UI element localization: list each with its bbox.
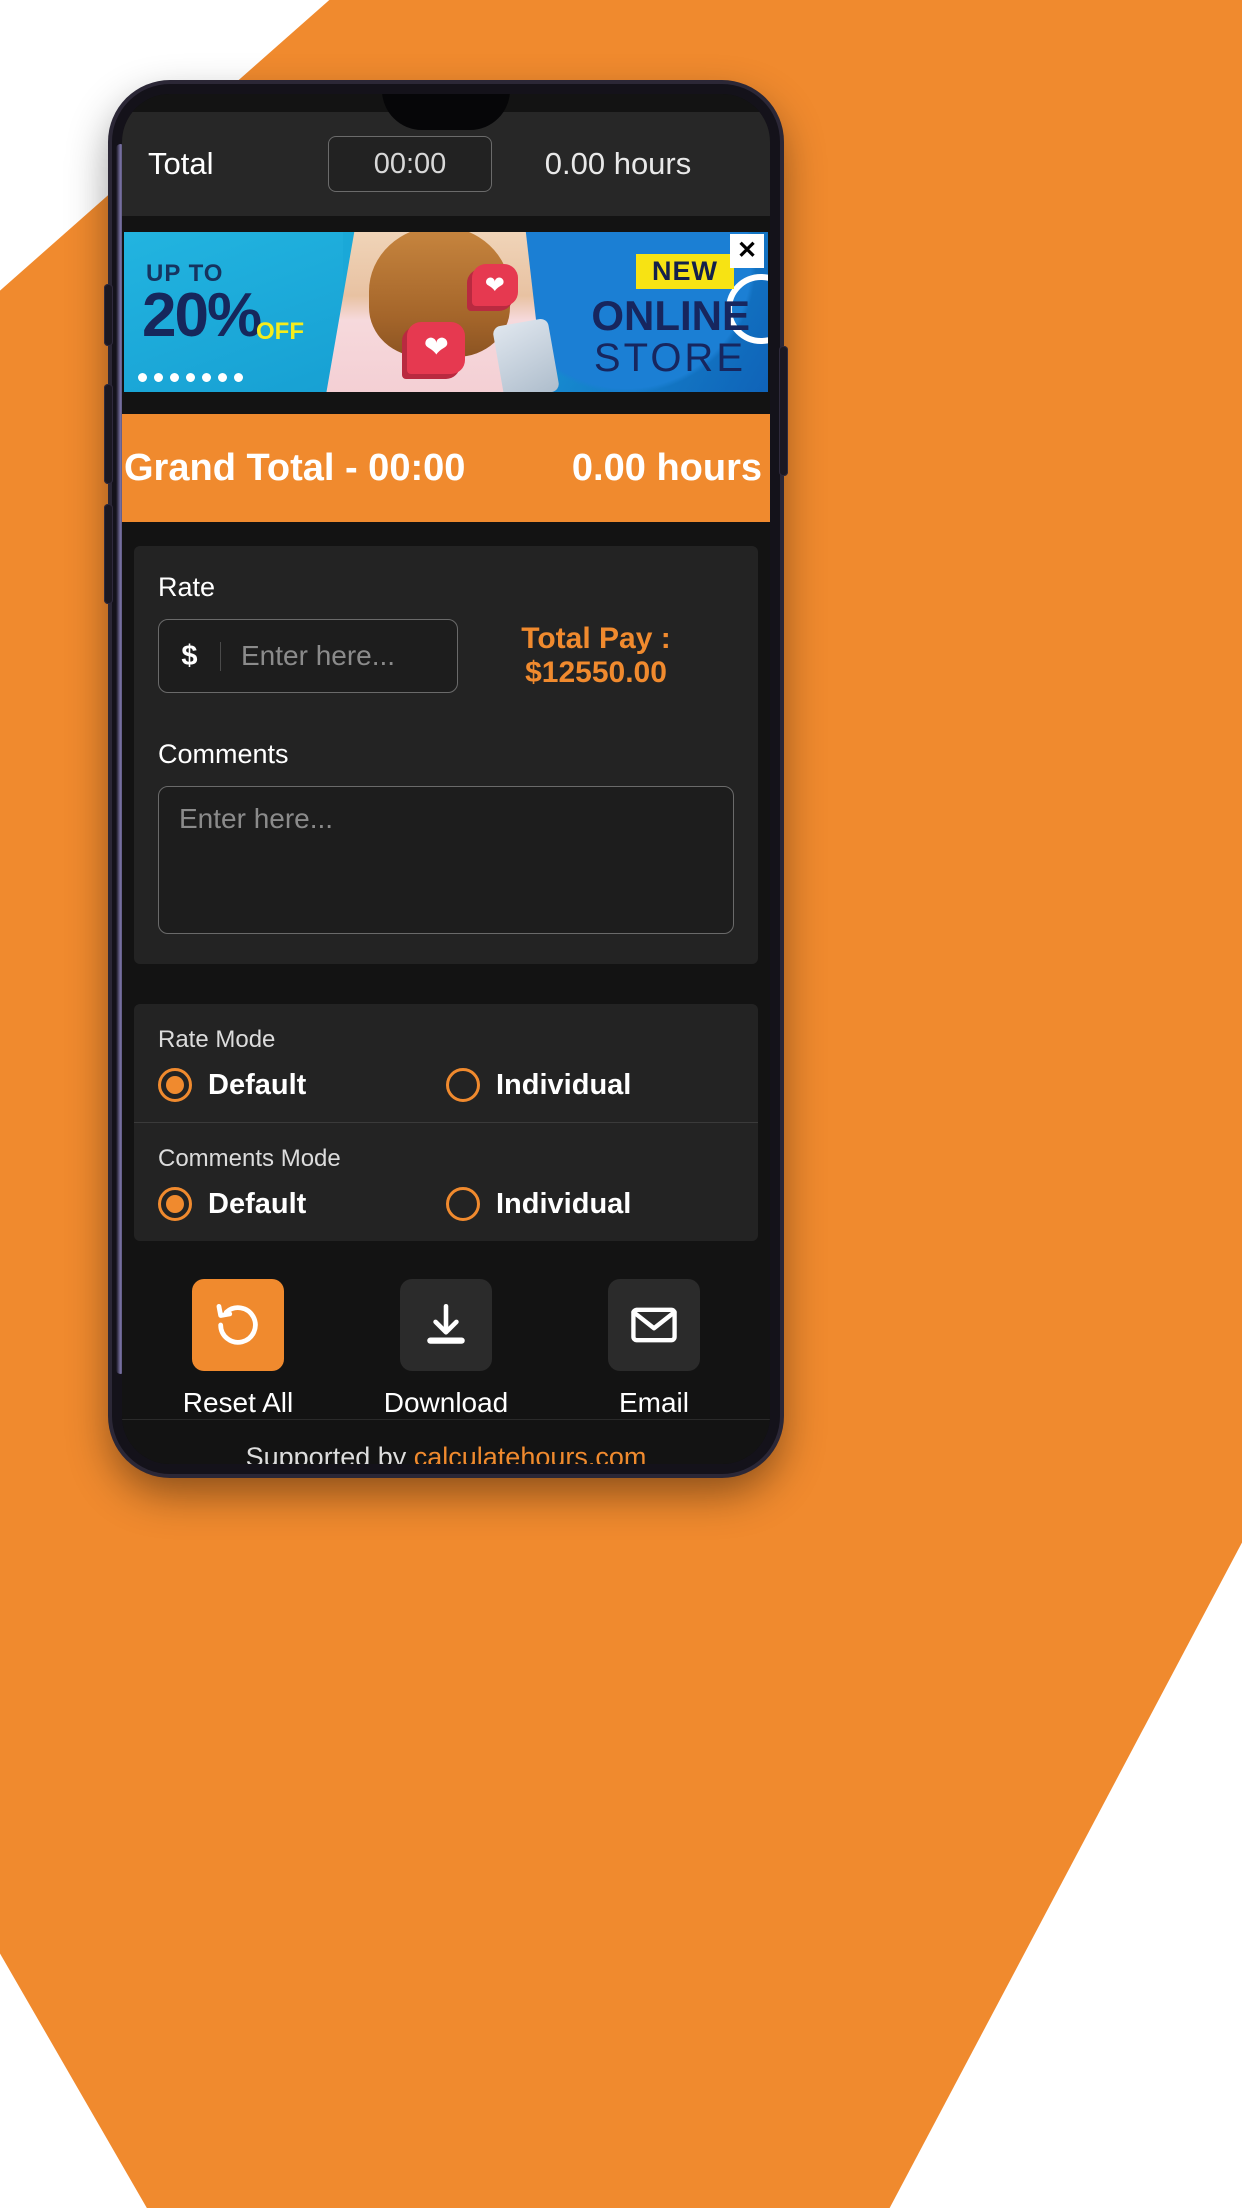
rate-comments-card: Rate $ Enter here... Total Pay : $12550.… xyxy=(134,546,758,964)
comments-label: Comments xyxy=(158,739,289,769)
footer: Supported by calculatehours.com xyxy=(122,1419,770,1464)
rate-mode-individual-label: Individual xyxy=(496,1068,632,1101)
comments-mode-individual-label: Individual xyxy=(496,1187,632,1220)
ad-new-badge: NEW xyxy=(636,254,734,289)
decor-wedge-top-right xyxy=(1204,0,1242,68)
close-icon[interactable]: ✕ xyxy=(730,234,764,268)
ad-store-text: STORE xyxy=(593,336,746,380)
rate-mode-options: Default Individual xyxy=(158,1068,734,1102)
phone-device: Total 00:00 0.00 hours UP TO 20% OFF ❤ ❤… xyxy=(104,84,788,1474)
grand-total-hours: 0.00 hours xyxy=(571,446,762,489)
reset-all-label: Reset All xyxy=(182,1387,294,1418)
currency-symbol: $ xyxy=(159,641,221,671)
footer-link[interactable]: calculatehours.com xyxy=(414,1442,647,1464)
rate-mode-option-individual[interactable]: Individual xyxy=(446,1068,734,1102)
comments-mode-title: Comments Mode xyxy=(158,1145,341,1172)
volume-up-button[interactable] xyxy=(104,284,113,346)
rate-input-placeholder[interactable]: Enter here... xyxy=(221,640,457,672)
comments-mode-default-label: Default xyxy=(208,1187,307,1220)
rate-mode-option-default[interactable]: Default xyxy=(158,1068,446,1102)
envelope-icon xyxy=(608,1279,700,1371)
assistant-button[interactable] xyxy=(104,504,113,604)
page-background: Total 00:00 0.00 hours UP TO 20% OFF ❤ ❤… xyxy=(0,0,1242,2208)
ad-creative[interactable]: UP TO 20% OFF ❤ ❤ NEW ONLINE STORE xyxy=(124,232,768,392)
phone-screen: Total 00:00 0.00 hours UP TO 20% OFF ❤ ❤… xyxy=(122,94,770,1464)
ad-phone-prop xyxy=(491,317,560,392)
footer-prefix: Supported by xyxy=(245,1442,414,1464)
ad-banner[interactable]: UP TO 20% OFF ❤ ❤ NEW ONLINE STORE ✕ xyxy=(124,232,768,392)
ad-percent-text: 20% xyxy=(142,281,262,350)
download-icon xyxy=(400,1279,492,1371)
decor-wedge-bottom-right xyxy=(887,1533,1242,2208)
ad-off-text: OFF xyxy=(256,318,304,345)
reset-icon xyxy=(192,1279,284,1371)
email-label: Email xyxy=(618,1387,689,1418)
comments-mode-options: Default Individual xyxy=(158,1187,734,1221)
power-button[interactable] xyxy=(779,346,788,476)
comments-mode-option-default[interactable]: Default xyxy=(158,1187,446,1221)
timesheet-app: Total 00:00 0.00 hours UP TO 20% OFF ❤ ❤… xyxy=(122,94,770,1464)
ad-online-text: ONLINE xyxy=(591,292,750,339)
total-label: Total xyxy=(148,146,214,181)
radio-icon[interactable] xyxy=(158,1187,192,1221)
grand-total-label: Grand Total - 00:00 xyxy=(124,446,466,489)
rate-mode-title: Rate Mode xyxy=(158,1026,276,1053)
radio-icon[interactable] xyxy=(446,1068,480,1102)
rate-mode-block: Rate Mode Default Individual xyxy=(134,1004,758,1122)
action-buttons: Reset All Download Email xyxy=(134,1241,758,1419)
rate-row: $ Enter here... Total Pay : $12550.00 xyxy=(158,619,734,693)
mode-card: Rate Mode Default Individual Comments Mo… xyxy=(134,1004,758,1241)
rate-input[interactable]: $ Enter here... xyxy=(158,619,458,693)
total-hours-value: 0.00 hours xyxy=(544,146,692,181)
comments-input[interactable]: Enter here... xyxy=(158,786,734,934)
volume-down-button[interactable] xyxy=(104,384,113,484)
download-label: Download xyxy=(383,1387,509,1418)
total-time-value[interactable]: 00:00 xyxy=(328,136,492,192)
ad-dots xyxy=(138,373,243,382)
grand-total-bar: Grand Total - 00:00 0.00 hours xyxy=(122,414,770,522)
comments-mode-block: Comments Mode Default Individual xyxy=(134,1122,758,1241)
radio-icon[interactable] xyxy=(158,1068,192,1102)
heart-icon: ❤ xyxy=(471,264,518,306)
comments-mode-option-individual[interactable]: Individual xyxy=(446,1187,734,1221)
heart-icon: ❤ xyxy=(407,321,466,374)
rate-label: Rate xyxy=(158,572,216,602)
total-pay-value: Total Pay : $12550.00 xyxy=(521,622,671,689)
decor-wedge-bottom-left xyxy=(0,1950,148,2208)
download-button[interactable]: Download xyxy=(342,1279,550,1419)
rate-mode-default-label: Default xyxy=(208,1068,307,1101)
radio-icon[interactable] xyxy=(446,1187,480,1221)
email-button[interactable]: Email xyxy=(550,1279,758,1419)
reset-all-button[interactable]: Reset All xyxy=(134,1279,342,1419)
